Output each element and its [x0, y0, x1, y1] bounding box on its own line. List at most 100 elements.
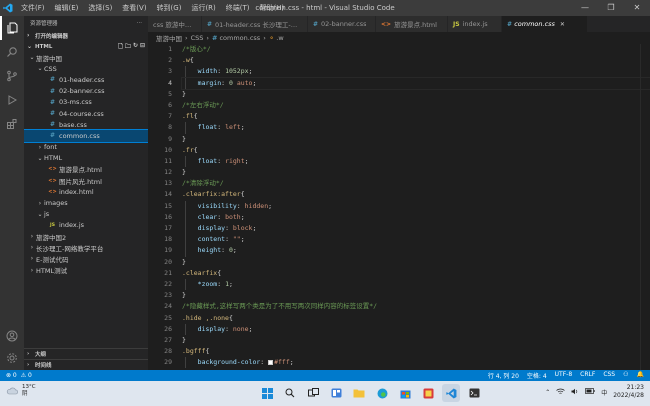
- vscode-taskbar-icon[interactable]: [442, 384, 460, 402]
- chevron-up-icon[interactable]: ⌃: [545, 389, 550, 396]
- code-line[interactable]: visibility: hidden;: [182, 200, 650, 212]
- tree-folder[interactable]: › E-测试代码: [24, 253, 148, 264]
- code-line[interactable]: /*左右浮动*/: [182, 100, 650, 111]
- close-button[interactable]: ✕: [624, 0, 650, 16]
- code-line[interactable]: .hide ,.none{: [182, 313, 650, 324]
- warnings-indicator[interactable]: ⚠ 0: [21, 372, 32, 379]
- code-line[interactable]: /*隐藏样式,这样写两个类是为了不用写两次同样内容的标签设置*/: [182, 301, 650, 312]
- tree-folder[interactable]: ⌄ js: [24, 209, 148, 220]
- code-line[interactable]: display: none;: [182, 323, 650, 335]
- code-line[interactable]: float: left;: [182, 122, 650, 134]
- widgets-icon[interactable]: [327, 384, 345, 402]
- code-area[interactable]: /*版心*/.w{ width: 1052px; margin: 0 auto;…: [181, 44, 650, 370]
- timeline-section[interactable]: › 时间线: [24, 359, 148, 370]
- workspace-section[interactable]: ⌄ HTML 🗋 🗀 ↻ ⊟: [24, 41, 148, 52]
- code-line[interactable]: display: block;: [182, 223, 650, 235]
- editor-tab[interactable]: <> 旅游景点.html: [376, 16, 448, 32]
- code-line[interactable]: .w{: [182, 55, 650, 66]
- code-line[interactable]: background-color: #fff;: [182, 357, 650, 369]
- code-line[interactable]: *zoom: 1;: [182, 278, 650, 291]
- file-explorer-icon[interactable]: [350, 384, 368, 402]
- source-control-icon[interactable]: [0, 64, 24, 88]
- code-editor[interactable]: 1 2 3 4 5 6 7 8 9 10 11 12 13 14 15 16 17 18 19 20 21 22 23 24 2…: [148, 44, 650, 370]
- tree-folder[interactable]: › images: [24, 197, 148, 208]
- indentation[interactable]: 空格: 4: [527, 371, 547, 380]
- encoding[interactable]: UTF-8: [555, 371, 573, 380]
- code-line[interactable]: }: [182, 290, 650, 301]
- code-line[interactable]: height: 0;: [182, 245, 650, 257]
- code-line[interactable]: .clearfix{: [182, 268, 650, 279]
- tree-file[interactable]: #04-course.css: [24, 108, 148, 119]
- collapse-all-icon[interactable]: ⊟: [140, 42, 145, 52]
- minimize-button[interactable]: —: [572, 0, 598, 16]
- settings-gear-icon[interactable]: [0, 346, 24, 370]
- language-mode[interactable]: CSS: [603, 371, 615, 380]
- maximize-button[interactable]: ❐: [598, 0, 624, 16]
- more-actions-icon[interactable]: ···: [137, 20, 142, 26]
- tree-folder[interactable]: › 旅游中国2: [24, 231, 148, 242]
- code-line[interactable]: width: 1052px;: [182, 66, 650, 78]
- tree-folder[interactable]: › 长沙理工-网络教学平台: [24, 242, 148, 253]
- breadcrumb-item[interactable]: common.css: [219, 34, 260, 42]
- code-line[interactable]: }: [182, 257, 650, 268]
- tree-file[interactable]: <> index.html: [24, 186, 148, 197]
- tree-folder[interactable]: › HTML测试: [24, 265, 148, 276]
- code-line[interactable]: .bgfff{: [182, 346, 650, 357]
- color-swatch[interactable]: [268, 359, 274, 365]
- input-language[interactable]: 中: [601, 388, 607, 397]
- errors-indicator[interactable]: ⊗ 0: [6, 372, 17, 379]
- feedback-icon[interactable]: ⚇: [623, 371, 628, 380]
- tree-file[interactable]: JS index.js: [24, 220, 148, 231]
- battery-icon[interactable]: [585, 388, 595, 396]
- tree-file[interactable]: #02-banner.css: [24, 86, 148, 97]
- code-line[interactable]: }: [182, 89, 650, 100]
- editor-tab[interactable]: #02-banner.css: [308, 16, 376, 32]
- close-tab-icon[interactable]: ✕: [560, 21, 565, 28]
- menu-item[interactable]: 文件(F): [16, 0, 50, 16]
- extensions-icon[interactable]: [0, 112, 24, 136]
- vertical-scrollbar[interactable]: [640, 44, 650, 370]
- tree-folder[interactable]: › font: [24, 142, 148, 153]
- editor-tab[interactable]: JS index.js: [448, 16, 502, 32]
- edge-browser-icon[interactable]: [373, 384, 391, 402]
- refresh-icon[interactable]: ↻: [133, 42, 138, 52]
- app-icon[interactable]: [419, 384, 437, 402]
- tree-folder[interactable]: ⌄ HTML: [24, 153, 148, 164]
- cursor-position[interactable]: 行 4, 列 20: [488, 371, 519, 380]
- open-editors-section[interactable]: › 打开的编辑器: [24, 30, 148, 41]
- search-icon[interactable]: [281, 384, 299, 402]
- terminal-icon[interactable]: [465, 384, 483, 402]
- code-line[interactable]: clear: both;: [182, 211, 650, 223]
- new-folder-icon[interactable]: 🗀: [125, 42, 131, 52]
- tree-file[interactable]: # common.css: [24, 129, 148, 143]
- line-ending[interactable]: CRLF: [580, 371, 595, 380]
- outline-section[interactable]: › 大纲: [24, 348, 148, 359]
- clock[interactable]: 21:23 2022/4/28: [613, 384, 644, 400]
- windows-start-icon[interactable]: [258, 384, 276, 402]
- run-debug-icon[interactable]: [0, 88, 24, 112]
- tree-file[interactable]: <> 旅游景点.html: [24, 164, 148, 175]
- menu-item[interactable]: 查看(V): [117, 0, 151, 16]
- wifi-icon[interactable]: [556, 388, 565, 397]
- menu-item[interactable]: 选择(S): [83, 0, 117, 16]
- menu-item[interactable]: 转到(G): [152, 0, 187, 16]
- weather-widget[interactable]: 13°C 阴: [6, 384, 36, 398]
- code-line[interactable]: content: "";: [182, 234, 650, 246]
- editor-tab[interactable]: # common.css ✕: [502, 16, 588, 32]
- volume-icon[interactable]: [571, 388, 579, 397]
- code-line[interactable]: /*清除浮动*/: [182, 178, 650, 189]
- code-line[interactable]: .fr{: [182, 145, 650, 156]
- tree-file[interactable]: <> 图片风光.html: [24, 175, 148, 186]
- menu-item[interactable]: 编辑(E): [50, 0, 84, 16]
- code-line[interactable]: .fl{: [182, 111, 650, 122]
- tree-file[interactable]: #01-header.css: [24, 74, 148, 85]
- code-line[interactable]: .clearfix:after{: [182, 189, 650, 200]
- code-line[interactable]: }: [182, 335, 650, 346]
- notifications-bell-icon[interactable]: 🔔: [637, 371, 644, 380]
- breadcrumb-item[interactable]: .w: [276, 34, 283, 42]
- breadcrumb-item[interactable]: 旅游中国: [156, 33, 182, 43]
- account-icon[interactable]: [0, 324, 24, 348]
- task-view-icon[interactable]: [304, 384, 322, 402]
- store-icon[interactable]: [396, 384, 414, 402]
- tree-file[interactable]: #03-ms.css: [24, 97, 148, 108]
